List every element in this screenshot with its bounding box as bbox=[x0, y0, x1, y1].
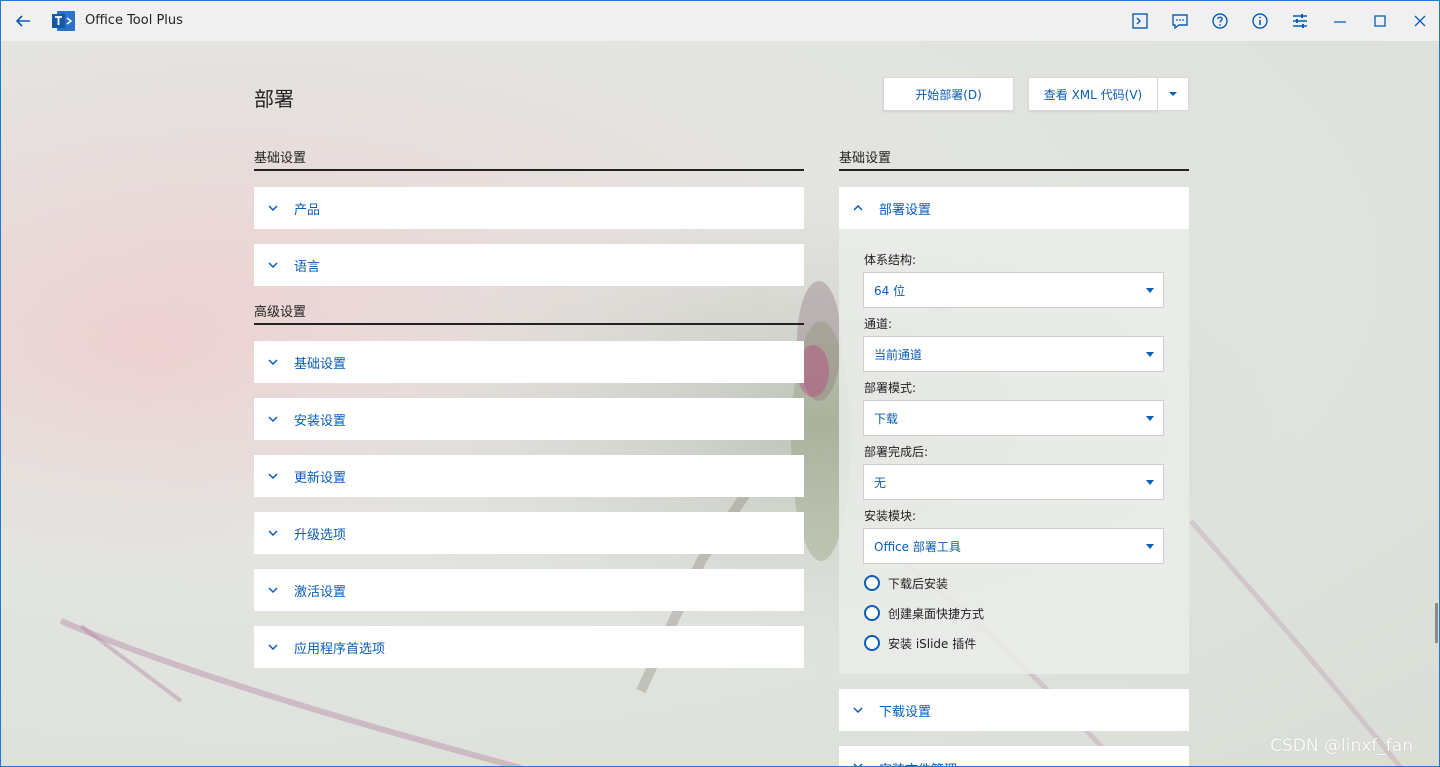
caret-down-icon bbox=[1145, 351, 1155, 357]
basic-settings-heading: 基础设置 bbox=[254, 151, 307, 166]
chevron-down-icon bbox=[266, 355, 280, 369]
architecture-select[interactable]: 64 位 bbox=[863, 272, 1164, 308]
panel-install-files[interactable]: 安装文件管理 bbox=[839, 746, 1189, 766]
chevron-down-icon bbox=[266, 258, 280, 272]
panel-label: 语言 bbox=[294, 259, 321, 275]
radio-circle-icon bbox=[864, 635, 880, 651]
start-deploy-button[interactable]: 开始部署(D) bbox=[883, 77, 1014, 111]
caret-down-icon bbox=[1169, 92, 1177, 96]
back-button[interactable] bbox=[11, 9, 35, 33]
option-label: 创建桌面快捷方式 bbox=[888, 606, 985, 621]
help-button[interactable] bbox=[1209, 10, 1231, 32]
feedback-button[interactable] bbox=[1169, 10, 1191, 32]
radio-circle-icon bbox=[864, 605, 880, 621]
arrow-left-icon bbox=[15, 15, 30, 27]
after-deploy-label: 部署完成后: bbox=[864, 445, 929, 459]
xml-dropdown-button[interactable] bbox=[1157, 77, 1189, 111]
chevron-down-icon bbox=[851, 759, 865, 766]
panel-label: 激活设置 bbox=[294, 584, 347, 600]
minimize-button[interactable] bbox=[1329, 10, 1351, 32]
panel-activation-settings[interactable]: 激活设置 bbox=[254, 569, 804, 611]
channel-label: 通道: bbox=[864, 317, 893, 331]
panel-label: 下载设置 bbox=[879, 704, 932, 720]
panel-app-preferences[interactable]: 应用程序首选项 bbox=[254, 626, 804, 668]
panel-label: 产品 bbox=[294, 202, 321, 218]
radio-circle-icon bbox=[864, 575, 880, 591]
install-module-label: 安装模块: bbox=[864, 509, 917, 523]
advanced-settings-heading: 高级设置 bbox=[254, 305, 307, 320]
console-button[interactable] bbox=[1129, 10, 1151, 32]
minimize-icon bbox=[1334, 21, 1346, 23]
panel-language[interactable]: 语言 bbox=[254, 244, 804, 286]
panel-label: 更新设置 bbox=[294, 470, 347, 486]
panel-download-settings[interactable]: 下载设置 bbox=[839, 689, 1189, 731]
section-divider bbox=[254, 169, 804, 171]
after-deploy-select[interactable]: 无 bbox=[863, 464, 1164, 500]
main-content: 部署 开始部署(D) 查看 XML 代码(V) 基础设置 产品 语言 高级设置 … bbox=[1, 41, 1439, 766]
chevron-down-icon bbox=[266, 201, 280, 215]
console-icon bbox=[1132, 13, 1148, 29]
app-title: Office Tool Plus bbox=[85, 13, 183, 28]
panel-install-settings[interactable]: 安装设置 bbox=[254, 398, 804, 440]
sliders-icon bbox=[1293, 14, 1307, 28]
chevron-down-icon bbox=[266, 640, 280, 654]
app-logo-icon bbox=[52, 11, 75, 31]
panel-label: 安装设置 bbox=[294, 413, 347, 429]
right-settings-heading: 基础设置 bbox=[839, 151, 892, 166]
section-divider bbox=[254, 323, 804, 325]
chevron-down-icon bbox=[266, 526, 280, 540]
architecture-label: 体系结构: bbox=[864, 253, 917, 267]
option-desktop-shortcut[interactable]: 创建桌面快捷方式 bbox=[864, 603, 984, 623]
option-label: 下载后安装 bbox=[888, 576, 949, 591]
select-value: 无 bbox=[874, 475, 887, 490]
panel-upgrade-options[interactable]: 升级选项 bbox=[254, 512, 804, 554]
caret-down-icon bbox=[1145, 543, 1155, 549]
panel-label: 基础设置 bbox=[294, 356, 347, 372]
install-module-select[interactable]: Office 部署工具 bbox=[863, 528, 1164, 564]
panel-products[interactable]: 产品 bbox=[254, 187, 804, 229]
select-value: Office 部署工具 bbox=[874, 539, 961, 554]
panel-deploy-settings[interactable]: 部署设置 bbox=[839, 187, 1189, 229]
channel-select[interactable]: 当前通道 bbox=[863, 336, 1164, 372]
caret-down-icon bbox=[1145, 415, 1155, 421]
deploy-mode-label: 部署模式: bbox=[864, 381, 917, 395]
app-window: Office Tool Plus 部署 开始部署(D) 查看 XML 代码(V)… bbox=[0, 0, 1440, 767]
page-title: 部署 bbox=[254, 87, 294, 111]
maximize-icon bbox=[1374, 15, 1386, 27]
panel-advanced-basic[interactable]: 基础设置 bbox=[254, 341, 804, 383]
about-button[interactable] bbox=[1249, 10, 1271, 32]
select-value: 64 位 bbox=[874, 283, 906, 298]
scrollbar-thumb[interactable] bbox=[1435, 603, 1438, 643]
close-icon bbox=[1414, 15, 1426, 27]
view-xml-button[interactable]: 查看 XML 代码(V) bbox=[1028, 77, 1158, 111]
watermark: CSDN @linxf_fan bbox=[1270, 736, 1413, 756]
select-value: 当前通道 bbox=[874, 347, 923, 362]
deploy-mode-select[interactable]: 下载 bbox=[863, 400, 1164, 436]
maximize-button[interactable] bbox=[1369, 10, 1391, 32]
help-icon bbox=[1212, 13, 1228, 29]
chevron-up-icon bbox=[851, 201, 865, 215]
caret-down-icon bbox=[1145, 287, 1155, 293]
caret-down-icon bbox=[1145, 479, 1155, 485]
settings-button[interactable] bbox=[1289, 10, 1311, 32]
option-install-after-download[interactable]: 下载后安装 bbox=[864, 573, 948, 593]
panel-label: 升级选项 bbox=[294, 527, 347, 543]
close-button[interactable] bbox=[1409, 10, 1431, 32]
section-divider bbox=[839, 169, 1189, 171]
select-value: 下载 bbox=[874, 411, 899, 426]
panel-label: 部署设置 bbox=[879, 202, 932, 218]
panel-label: 应用程序首选项 bbox=[294, 641, 386, 657]
panel-update-settings[interactable]: 更新设置 bbox=[254, 455, 804, 497]
info-icon bbox=[1252, 13, 1268, 29]
chevron-down-icon bbox=[266, 412, 280, 426]
chevron-down-icon bbox=[266, 583, 280, 597]
chat-icon bbox=[1172, 14, 1188, 30]
option-install-islide[interactable]: 安装 iSlide 插件 bbox=[864, 633, 976, 653]
chevron-down-icon bbox=[851, 703, 865, 717]
option-label: 安装 iSlide 插件 bbox=[888, 636, 977, 651]
title-bar: Office Tool Plus bbox=[1, 1, 1439, 41]
panel-label: 安装文件管理 bbox=[879, 759, 957, 766]
chevron-down-icon bbox=[266, 469, 280, 483]
